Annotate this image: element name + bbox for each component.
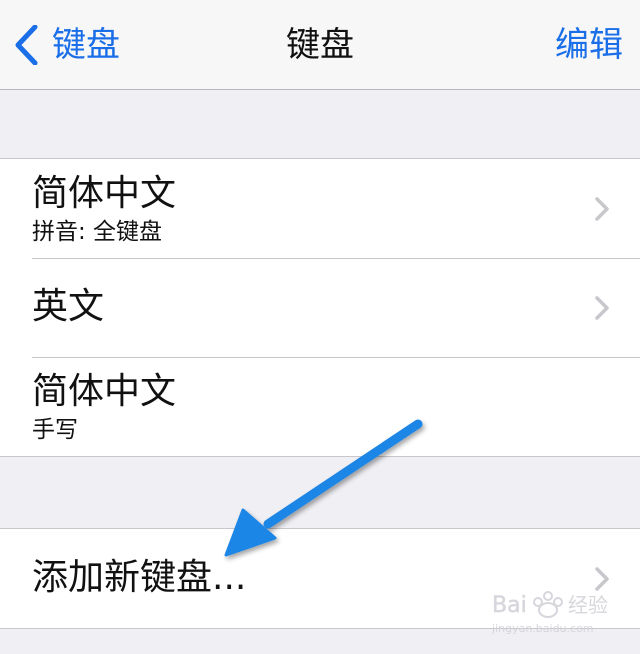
add-keyboard-label: 添加新键盘... [32, 557, 247, 598]
keyboard-title: 简体中文 [32, 173, 177, 214]
keyboard-title: 简体中文 [32, 371, 177, 412]
navigation-bar: 键盘 键盘 编辑 [0, 0, 640, 90]
add-keyboard-row[interactable]: 添加新键盘... [0, 529, 640, 628]
keyboard-list: 简体中文 拼音: 全键盘 英文 简体中文 手写 [0, 158, 640, 457]
keyboard-row-pinyin[interactable]: 简体中文 拼音: 全键盘 [0, 159, 640, 258]
keyboard-subtitle: 手写 [32, 417, 78, 443]
chevron-right-icon [594, 295, 610, 320]
add-keyboard-group: 添加新键盘... [0, 528, 640, 629]
chevron-right-icon [594, 196, 610, 221]
keyboard-row-english[interactable]: 英文 [0, 258, 640, 357]
keyboard-subtitle: 拼音: 全键盘 [32, 219, 163, 245]
keyboard-title: 英文 [32, 286, 105, 327]
chevron-right-icon [594, 566, 610, 591]
keyboard-row-handwriting[interactable]: 简体中文 手写 [0, 357, 640, 456]
edit-button[interactable]: 编辑 [555, 22, 623, 68]
page-title: 键盘 [286, 25, 354, 65]
